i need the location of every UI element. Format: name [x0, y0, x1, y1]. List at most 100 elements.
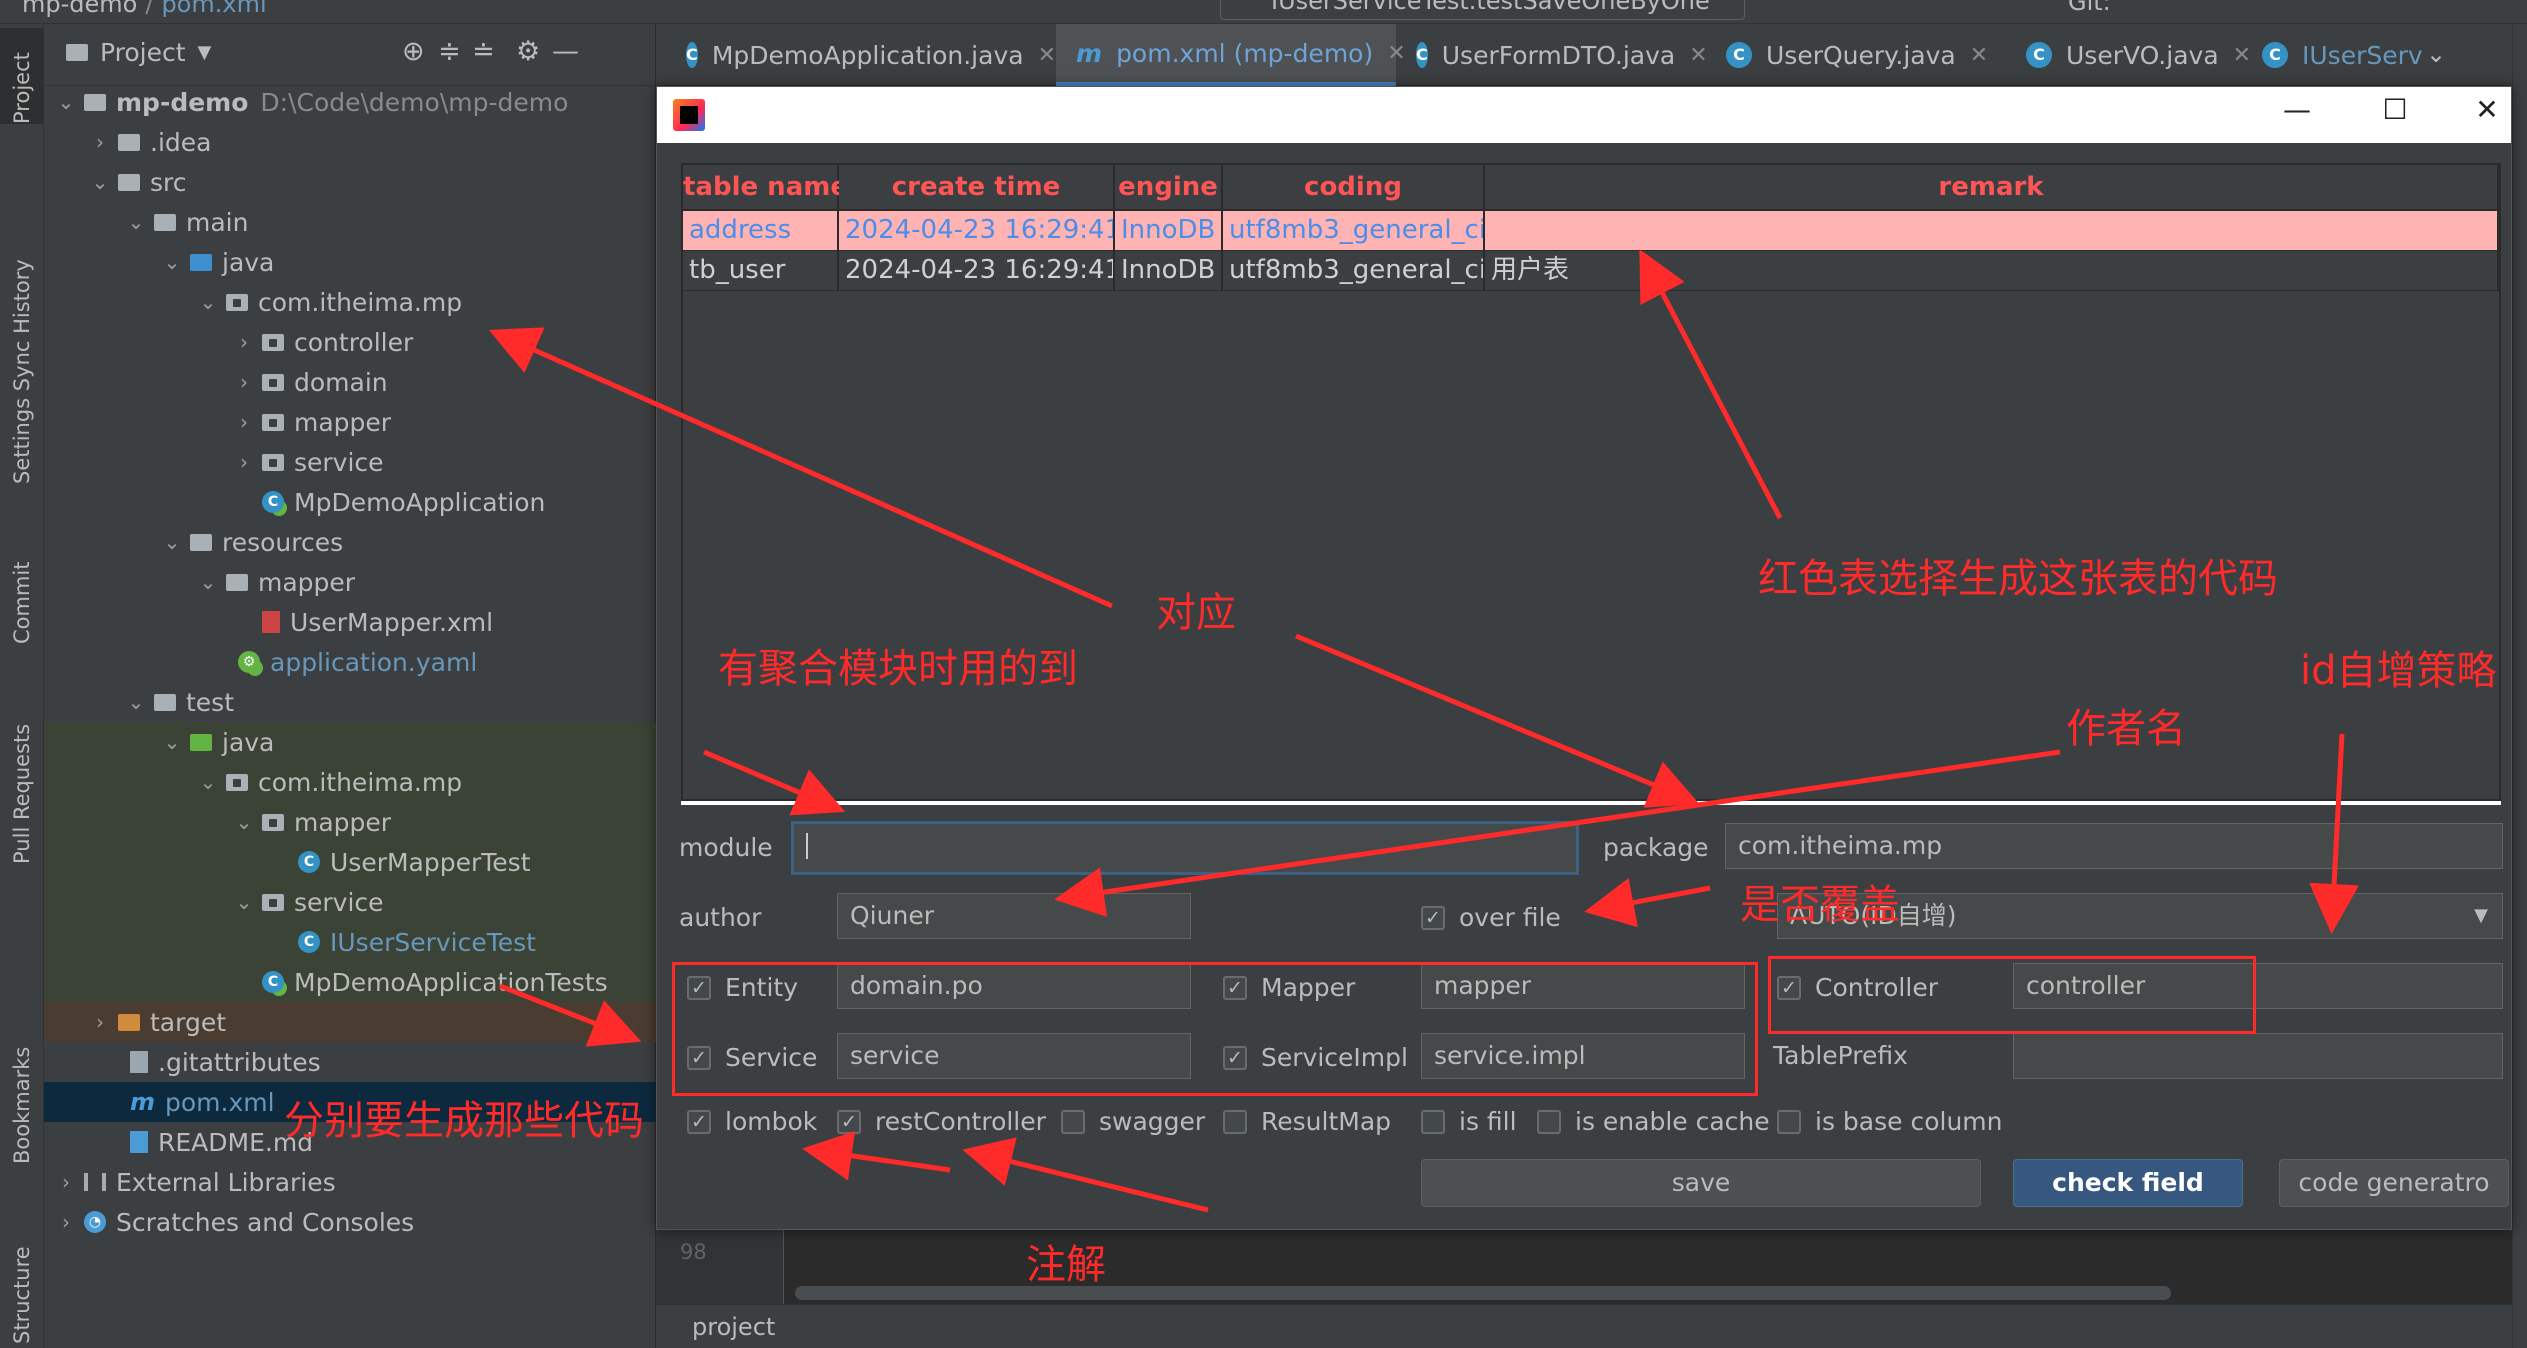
breadcrumb-file[interactable]: pom.xml [161, 0, 266, 18]
tree-item-resources[interactable]: ⌄ resources [44, 522, 656, 562]
tree-item-java[interactable]: ⌄ java [44, 242, 656, 282]
save-button[interactable]: save [1421, 1159, 1981, 1207]
tree-item-scratches[interactable]: › ◔ Scratches and Consoles [44, 1202, 656, 1242]
package-input[interactable]: com.itheima.mp [1725, 823, 2503, 869]
tab-pom-xml[interactable]: m pom.xml (mp-demo) ✕ [1056, 24, 1406, 86]
project-view-select[interactable]: Project ▼ [66, 38, 211, 67]
table-list: table name create time engine coding rem… [681, 163, 2501, 801]
class-icon: C [2262, 42, 2288, 68]
tab-userformdto[interactable]: C UserFormDTO.java ✕ [1396, 24, 1708, 86]
code-generate-button[interactable]: code generatro [2279, 1159, 2509, 1207]
tree-item-idea[interactable]: › .idea [44, 122, 656, 162]
col-engine[interactable]: engine [1115, 165, 1223, 211]
tree-item-usermapper-xml[interactable]: UserMapper.xml [44, 602, 656, 642]
tree-item-src[interactable]: ⌄ src [44, 162, 656, 202]
class-icon: C [1416, 42, 1428, 68]
tree-item-mapper[interactable]: › mapper [44, 402, 656, 442]
tree-item-domain[interactable]: › domain [44, 362, 656, 402]
is-base-column-checkbox[interactable]: is base column [1777, 1107, 2003, 1136]
tool-tab-structure[interactable]: Structure [0, 1194, 44, 1344]
tab-iuserservice[interactable]: C IUserServ [2242, 24, 2442, 86]
annotation-correspond: 对应 [1156, 590, 1236, 636]
tool-tab-settings-sync[interactable]: Settings Sync History [0, 194, 44, 484]
tableprefix-input[interactable] [2013, 1033, 2503, 1079]
package-label: package [1603, 833, 1709, 862]
tab-userquery[interactable]: C UserQuery.java ✕ [1706, 24, 2006, 86]
class-icon: C [2026, 42, 2052, 68]
run-configuration-select[interactable]: IUserServiceTest.testSaveOneByOne [1220, 0, 1745, 20]
lombok-checkbox[interactable]: lombok [687, 1107, 817, 1136]
locate-icon[interactable]: ⊕ [402, 36, 425, 67]
module-input[interactable] [791, 821, 1579, 875]
breadcrumb: mp-demo / pom.xml [22, 0, 267, 18]
annotation-annotation: 注解 [1026, 1242, 1106, 1288]
tree-item-mapper-res[interactable]: ⌄ mapper [44, 562, 656, 602]
restcontroller-checkbox[interactable]: restController [837, 1107, 1046, 1136]
maximize-icon[interactable]: ☐ [2375, 93, 2415, 126]
tree-item-external-libraries[interactable]: › External Libraries [44, 1162, 656, 1202]
chevron-down-icon[interactable]: ⌄ [2426, 40, 2446, 68]
tree-item-service[interactable]: › service [44, 442, 656, 482]
tool-tab-pull-requests[interactable]: Pull Requests [0, 664, 44, 864]
close-icon[interactable]: ✕ [1970, 43, 1988, 68]
close-icon[interactable]: ✕ [2467, 93, 2507, 126]
module-label: module [679, 833, 773, 862]
hide-icon[interactable]: — [552, 36, 579, 67]
tree-item-test-java[interactable]: ⌄ java [44, 722, 656, 762]
tab-uservo[interactable]: C UserVO.java ✕ [2006, 24, 2256, 86]
tree-item-usermappertest[interactable]: C UserMapperTest [44, 842, 656, 882]
tab-mpdemoapplication[interactable]: C MpDemoApplication.java ✕ [656, 24, 1056, 86]
minimize-icon[interactable]: — [2277, 93, 2317, 126]
tree-item-test-mapper[interactable]: ⌄ mapper [44, 802, 656, 842]
close-icon[interactable]: ✕ [1038, 43, 1056, 68]
tree-item-mpdemoapplication[interactable]: C MpDemoApplication [44, 482, 656, 522]
annotation-aggregate: 有聚合模块时用的到 [718, 646, 1078, 692]
annotation-id-strategy: id自增策略 [2300, 648, 2497, 694]
col-remark[interactable]: remark [1485, 165, 2499, 211]
chevron-down-icon: ▼ [197, 42, 212, 63]
project-panel: Project ▼ ⊕ ≑ ≐ ⚙ — ⌄ mp-demo D:\Code\demo… [44, 24, 656, 1348]
tree-item-target[interactable]: › target [44, 1002, 656, 1042]
tree-item-mpdemoapplicationtests[interactable]: C MpDemoApplicationTests [44, 962, 656, 1002]
author-input[interactable]: Qiuner [837, 893, 1191, 939]
tree-item-package[interactable]: ⌄ com.itheima.mp [44, 282, 656, 322]
tree-item-application-yaml[interactable]: ⚙ application.yaml [44, 642, 656, 682]
breadcrumb-project[interactable]: mp-demo [22, 0, 137, 18]
check-field-button[interactable]: check field [2013, 1159, 2243, 1207]
tree-item-test-package[interactable]: ⌄ com.itheima.mp [44, 762, 656, 802]
annotation-box-controller [1768, 956, 2256, 1034]
git-label: Git: [2068, 0, 2111, 16]
horizontal-scrollbar[interactable] [795, 1286, 2171, 1300]
tool-tab-bookmarks[interactable]: Bookmarks [0, 1004, 44, 1164]
col-table-name[interactable]: table name [683, 165, 848, 211]
is-fill-checkbox[interactable]: is fill [1421, 1107, 1517, 1136]
swagger-checkbox[interactable]: swagger [1061, 1107, 1205, 1136]
is-enable-cache-checkbox[interactable]: is enable cache [1537, 1107, 1770, 1136]
author-label: author [679, 903, 762, 932]
gear-icon[interactable]: ⚙ [516, 36, 540, 67]
annotation-red-table: 红色表选择生成这张表的代码 [1758, 556, 2278, 602]
expand-all-icon[interactable]: ≑ [438, 36, 461, 67]
spring-class-icon: C [262, 491, 284, 513]
chevron-down-icon: ▼ [2474, 905, 2488, 926]
tree-item-iuserservicetest[interactable]: C IUserServiceTest [44, 922, 656, 962]
tree-item-test[interactable]: ⌄ test [44, 682, 656, 722]
tree-item-controller[interactable]: › controller [44, 322, 656, 362]
collapse-all-icon[interactable]: ≐ [472, 36, 495, 67]
tool-tab-commit[interactable]: Commit [0, 504, 44, 645]
class-icon: C [1726, 42, 1752, 68]
col-create-time[interactable]: create time [839, 165, 1115, 211]
annotation-which-code: 分别要生成那些代码 [284, 1098, 644, 1144]
resultmap-checkbox[interactable]: ResultMap [1223, 1107, 1391, 1136]
col-coding[interactable]: coding [1223, 165, 1485, 211]
status-text: project [692, 1313, 776, 1341]
tree-item-test-service[interactable]: ⌄ service [44, 882, 656, 922]
close-icon[interactable]: ✕ [1689, 43, 1707, 68]
tool-tab-project[interactable]: Project [0, 28, 44, 124]
tree-item-main[interactable]: ⌄ main [44, 202, 656, 242]
tree-item-mp-demo[interactable]: ⌄ mp-demo D:\Code\demo\mp-demo [44, 82, 656, 122]
tableprefix-label: TablePrefix [1773, 1041, 1908, 1070]
over-file-checkbox[interactable]: over file [1421, 903, 1561, 932]
dialog-titlebar: — ☐ ✕ [657, 87, 2511, 143]
tree-item-gitattributes[interactable]: .gitattributes [44, 1042, 656, 1082]
